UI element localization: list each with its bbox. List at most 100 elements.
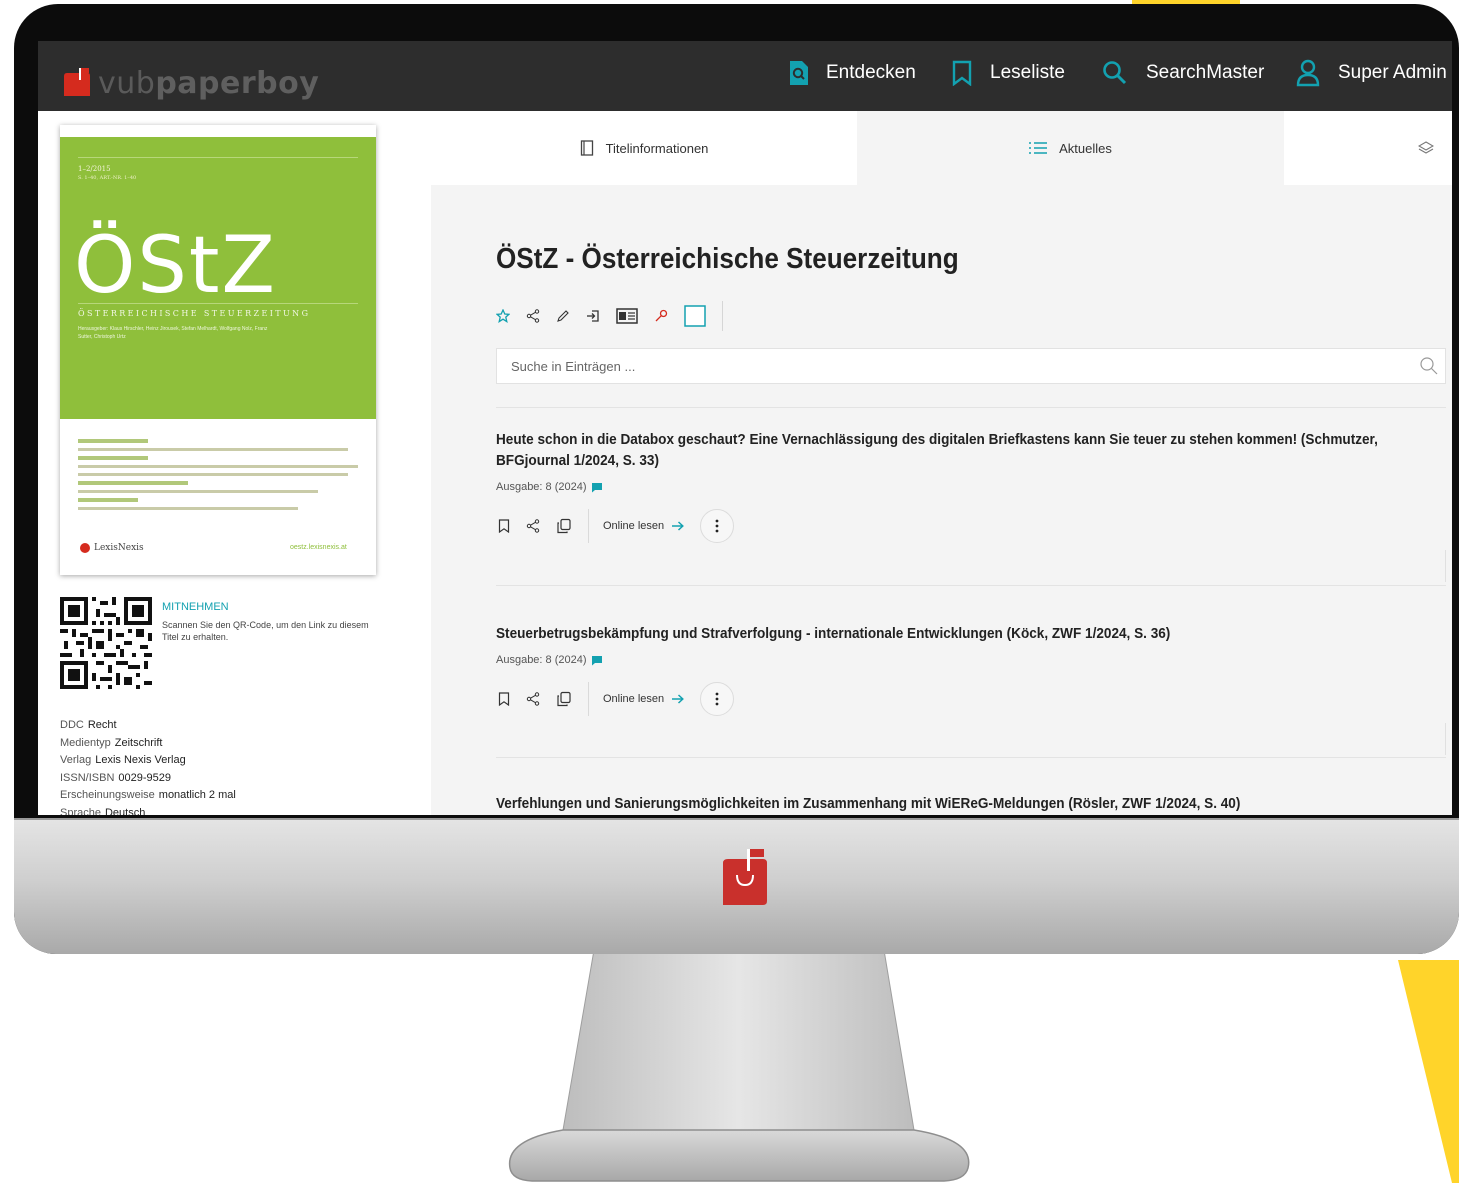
meta-key: Verlag	[60, 754, 92, 766]
bookmark-icon	[952, 60, 972, 86]
qr-code[interactable]	[60, 597, 152, 689]
take-along-title: MITNEHMEN	[162, 601, 229, 613]
meta-value: monatlich 2 mal	[158, 789, 236, 801]
login-icon[interactable]	[586, 309, 600, 323]
title-actions	[496, 301, 739, 331]
tab-news[interactable]: Aktuelles	[857, 111, 1284, 185]
action-separator	[588, 682, 589, 716]
more-options-button[interactable]	[700, 509, 735, 543]
title-info-pane: 1–2/2015 S. 1–40, ART.-NR. 1–40 ÖStZ ÖST…	[38, 111, 431, 815]
tab-title-information-label: Titelinformationen	[605, 140, 709, 156]
bookmark-icon[interactable]	[498, 692, 510, 706]
kebab-menu-icon	[715, 692, 719, 706]
entry-issue: Ausgabe: 8 (2024)	[496, 654, 1446, 666]
checkbox-icon[interactable]	[684, 305, 706, 327]
meta-row: Verlag Lexis Nexis Verlag	[60, 752, 236, 770]
brand-name-bold: paperboy	[155, 65, 320, 101]
cover-title: ÖStZ	[74, 221, 277, 311]
comment-icon[interactable]	[591, 482, 603, 493]
list-icon	[1029, 142, 1048, 154]
tab-news-label: Aktuelles	[1059, 140, 1112, 156]
nav-searchmaster[interactable]: SearchMaster	[1102, 55, 1264, 91]
nav-reading-list-label: Leseliste	[990, 62, 1065, 83]
cover-green-panel: 1–2/2015 S. 1–40, ART.-NR. 1–40 ÖStZ ÖST…	[60, 137, 376, 419]
nav-reading-list[interactable]: Leseliste	[952, 55, 1065, 91]
meta-key: ISSN/ISBN	[60, 771, 115, 784]
meta-row: DDC Recht	[60, 717, 236, 735]
list-item: Heute schon in die Databox geschaut? Ein…	[496, 429, 1446, 543]
copy-icon[interactable]	[556, 691, 572, 707]
more-options-button[interactable]	[700, 682, 735, 716]
book-icon	[580, 140, 593, 156]
arrow-right-icon	[672, 521, 685, 531]
tab-bar: Titelinformationen Aktuelles	[431, 111, 1452, 185]
nav-user[interactable]: Super Admin	[1296, 55, 1447, 91]
entry-issue-label: Ausgabe: 8 (2024)	[496, 654, 587, 666]
brand-logo[interactable]: vub paperboy	[62, 63, 319, 103]
cover-editors: Herausgeber: Klaus Hirschler, Heinz Jiro…	[78, 326, 268, 340]
tab-issues[interactable]	[1284, 111, 1452, 185]
read-online-link[interactable]: Online lesen	[603, 693, 685, 705]
title-metadata: DDC Recht Medientyp Zeitschrift Verlag Lexi…	[60, 717, 236, 815]
nav-discover-label: Entdecken	[826, 62, 916, 83]
nav-discover[interactable]: Entdecken	[788, 55, 916, 91]
share-icon[interactable]	[526, 519, 540, 533]
kebab-menu-icon	[715, 519, 719, 533]
cover-url: oestz.lexisnexis.at	[290, 544, 347, 551]
entry-actions: Online lesen	[496, 509, 1446, 543]
top-navbar: vub paperboy Entdecken Leseliste SearchM…	[38, 41, 1452, 111]
search-input[interactable]	[511, 349, 1391, 383]
bookmark-icon[interactable]	[498, 519, 510, 533]
meta-row: ISSN/ISBN 0029-9529	[60, 770, 236, 788]
comment-icon[interactable]	[591, 655, 603, 666]
star-icon[interactable]	[496, 309, 510, 323]
share-icon[interactable]	[526, 692, 540, 706]
mailbox-icon	[64, 68, 90, 96]
key-icon[interactable]	[654, 309, 668, 323]
meta-key: DDC	[60, 719, 84, 731]
read-online-label: Online lesen	[603, 693, 665, 705]
entry-search	[496, 348, 1446, 384]
pencil-icon[interactable]	[556, 309, 570, 323]
tab-title-information[interactable]: Titelinformationen	[431, 111, 857, 185]
entry-title[interactable]: Steuerbetrugsbekämpfung und Strafverfolg…	[496, 623, 1437, 644]
read-online-link[interactable]: Online lesen	[603, 520, 685, 532]
meta-row: Erscheinungsweise monatlich 2 mal	[60, 787, 236, 805]
copy-icon[interactable]	[556, 518, 572, 534]
promo-stage: vub paperboy Entdecken Leseliste SearchM…	[0, 0, 1459, 1183]
cover-publisher: LexisNexis	[80, 543, 144, 553]
list-item: Verfehlungen und Sanierungsmöglichkeiten…	[496, 793, 1446, 814]
brand-name-light: vub	[98, 65, 156, 101]
search-icon[interactable]	[1419, 356, 1439, 376]
action-separator	[722, 301, 723, 331]
divider	[496, 757, 1446, 758]
arrow-right-icon	[672, 694, 685, 704]
meta-value: Zeitschrift	[114, 736, 163, 749]
entry-actions: Online lesen	[496, 682, 1446, 716]
id-card-icon[interactable]	[616, 308, 638, 324]
divider	[496, 585, 1446, 586]
meta-row: Sprache Deutsch	[60, 805, 236, 816]
cover-subtitle: ÖSTERREICHISCHE STEUERZEITUNG	[78, 309, 311, 318]
news-panel: ÖStZ - Österreichische Steuerzeitung Suc…	[431, 185, 1452, 815]
nav-user-label: Super Admin	[1338, 62, 1447, 83]
entry-title[interactable]: Verfehlungen und Sanierungsmöglichkeiten…	[496, 793, 1437, 814]
cover-image[interactable]: 1–2/2015 S. 1–40, ART.-NR. 1–40 ÖStZ ÖST…	[60, 125, 376, 575]
meta-value: Deutsch	[104, 806, 146, 816]
cover-issue-sub: S. 1–40, ART.-NR. 1–40	[78, 175, 137, 181]
search-icon	[1103, 61, 1127, 85]
screen: vub paperboy Entdecken Leseliste SearchM…	[38, 41, 1452, 815]
cover-issue: 1–2/2015	[78, 165, 111, 173]
action-separator	[588, 509, 589, 543]
meta-value: Recht	[87, 719, 117, 731]
entry-title[interactable]: Heute schon in die Databox geschaut? Ein…	[496, 429, 1437, 471]
meta-value: Lexis Nexis Verlag	[95, 754, 186, 766]
meta-value: 0029-9529	[118, 771, 172, 784]
take-along-text: Scannen Sie den QR-Code, um den Link zu …	[162, 620, 369, 642]
share-icon[interactable]	[526, 309, 540, 323]
entry-edge	[1445, 723, 1446, 755]
cover-publisher-label: LexisNexis	[94, 543, 144, 553]
page-title: ÖStZ - Österreichische Steuerzeitung	[496, 243, 959, 275]
entry-issue: Ausgabe: 8 (2024)	[496, 481, 1446, 493]
discover-icon	[790, 61, 808, 85]
